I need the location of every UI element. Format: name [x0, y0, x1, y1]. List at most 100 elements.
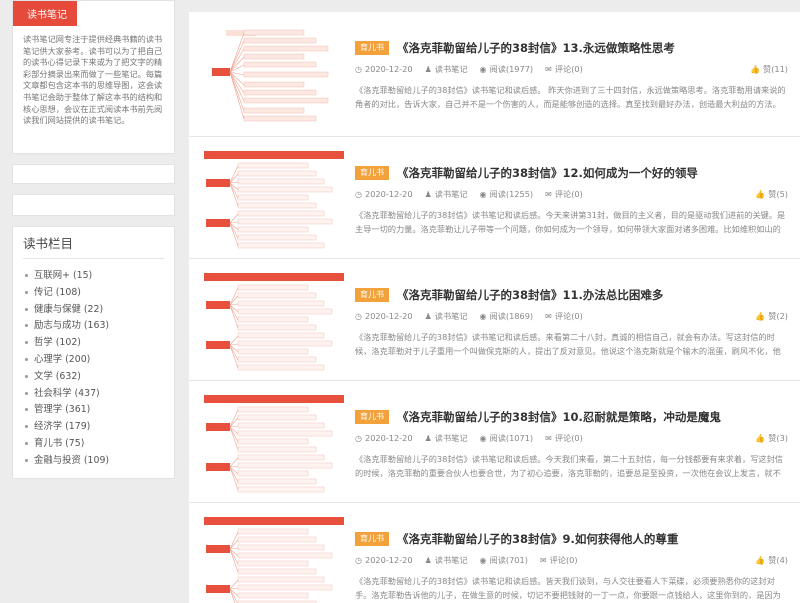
- category-item[interactable]: 经济学 (179): [23, 419, 164, 436]
- category-label: 心理学: [34, 353, 63, 365]
- comments-text: 评论(0): [554, 64, 583, 74]
- category-label: 金融与投资: [34, 454, 81, 466]
- post-author[interactable]: ♟ 读书笔记: [425, 432, 468, 444]
- like-button[interactable]: 👍 赞(5): [755, 188, 788, 200]
- category-label: 社会科学: [34, 387, 72, 399]
- category-count: (361): [65, 404, 91, 416]
- post-author[interactable]: ♟ 读书笔记: [425, 554, 468, 566]
- like-button[interactable]: 👍 赞(11): [750, 63, 788, 75]
- user-icon: ♟: [424, 433, 432, 443]
- eye-icon: ◉: [479, 555, 487, 565]
- post-excerpt: 《洛克菲勒留给儿子的38封信》读书笔记和读后感。 昨天你进到了三十四封信，永远做…: [355, 85, 786, 109]
- category-item[interactable]: 文学 (632): [23, 369, 164, 386]
- post-meta: ◷ 2020-12-20 ♟ 读书笔记 ◉ 阅读(1255) ✉ 评论(0) 👍 赞(5): [355, 188, 788, 200]
- category-count: (163): [83, 320, 110, 332]
- thumbs-up-icon: 👍: [755, 311, 766, 321]
- category-label: 育儿书: [34, 437, 63, 449]
- category-tag[interactable]: 育儿书: [355, 166, 389, 180]
- category-label: 哲学: [34, 337, 53, 349]
- author-text: 读书笔记: [434, 555, 468, 565]
- like-button[interactable]: 👍 赞(4): [755, 554, 788, 566]
- post-author[interactable]: ♟ 读书笔记: [425, 188, 468, 200]
- comment-icon: ✉: [545, 64, 552, 74]
- date-text: 2020-12-20: [364, 433, 413, 443]
- category-tag[interactable]: 育儿书: [355, 532, 389, 546]
- post-thumbnail[interactable]: [204, 393, 344, 495]
- post-date: ◷ 2020-12-20: [355, 64, 413, 74]
- post-title-link[interactable]: 《洛克菲勒留给儿子的38封信》11.办法总比困难多: [397, 287, 663, 303]
- thumbs-up-icon: 👍: [750, 64, 760, 74]
- post-comments[interactable]: ✉ 评论(0): [545, 310, 583, 322]
- post-excerpt: 《洛克菲勒留给儿子的38封信》读书笔记和读后感。今天来讲第31封，做目的主义者，…: [355, 210, 786, 234]
- thumbs-up-icon: 👍: [755, 433, 766, 443]
- date-text: 2020-12-20: [364, 189, 413, 199]
- post-body: 育儿书 《洛克菲勒留给儿子的38封信》11.办法总比困难多 ◷ 2020-12-20 ♟…: [355, 287, 788, 358]
- category-count: (22): [83, 303, 104, 315]
- post-author[interactable]: ♟ 读书笔记: [425, 310, 468, 322]
- post-meta: ◷ 2020-12-20 ♟ 读书笔记 ◉ 阅读(1071) ✉ 评论(0) 👍 赞(3): [355, 432, 788, 444]
- user-icon: ♟: [424, 311, 432, 321]
- post-comments[interactable]: ✉ 评论(0): [545, 63, 583, 75]
- category-item[interactable]: 管理学 (361): [23, 402, 164, 419]
- post-author[interactable]: ♟ 读书笔记: [425, 63, 468, 75]
- category-widget: 读书栏目 互联网+ (15) 传记 (108) 健康与保健 (22) 励志与成功 (1…: [12, 226, 175, 479]
- author-text: 读书笔记: [434, 311, 468, 321]
- category-item[interactable]: 育儿书 (75): [23, 436, 164, 453]
- user-icon: ♟: [424, 189, 432, 199]
- post-comments[interactable]: ✉ 评论(0): [540, 554, 578, 566]
- category-tag[interactable]: 育儿书: [355, 410, 389, 424]
- post-title-link[interactable]: 《洛克菲勒留给儿子的38封信》13.永远做策略性思考: [397, 40, 675, 56]
- category-count: (109): [83, 454, 110, 466]
- date-text: 2020-12-20: [364, 64, 413, 74]
- category-count: (179): [65, 421, 91, 433]
- post-item: 育儿书 《洛克菲勒留给儿子的38封信》10.忍耐就是策略，冲动是魔鬼 ◷ 2020-1…: [189, 381, 800, 503]
- bullet-icon: [25, 290, 28, 294]
- post-item: 育儿书 《洛克菲勒留给儿子的38封信》12.如何成为一个好的领导 ◷ 2020-12-…: [189, 137, 800, 259]
- bullet-icon: [25, 458, 28, 462]
- bullet-icon: [25, 425, 28, 429]
- like-button[interactable]: 👍 赞(2): [755, 310, 788, 322]
- like-button[interactable]: 👍 赞(3): [755, 432, 788, 444]
- post-comments[interactable]: ✉ 评论(0): [545, 432, 583, 444]
- category-item[interactable]: 励志与成功 (163): [23, 318, 164, 335]
- likes-text: 赞(11): [763, 64, 788, 74]
- category-item[interactable]: 哲学 (102): [23, 335, 164, 352]
- post-thumbnail[interactable]: [204, 149, 344, 251]
- category-item[interactable]: 传记 (108): [23, 285, 164, 302]
- comments-text: 评论(0): [554, 311, 583, 321]
- post-date: ◷ 2020-12-20: [355, 189, 413, 199]
- post-title-link[interactable]: 《洛克菲勒留给儿子的38封信》9.如何获得他人的尊重: [397, 531, 678, 547]
- category-list: 互联网+ (15) 传记 (108) 健康与保健 (22) 励志与成功 (163) 哲学…: [23, 268, 164, 470]
- post-title-link[interactable]: 《洛克菲勒留给儿子的38封信》12.如何成为一个好的领导: [397, 165, 698, 181]
- category-label: 健康与保健: [34, 303, 81, 315]
- comment-icon: ✉: [545, 433, 552, 443]
- category-item[interactable]: 金融与投资 (109): [23, 453, 164, 470]
- post-body: 育儿书 《洛克菲勒留给儿子的38封信》13.永远做策略性思考 ◷ 2020-12-20…: [355, 40, 788, 111]
- likes-text: 赞(4): [768, 555, 788, 565]
- post-thumbnail[interactable]: [204, 515, 344, 603]
- eye-icon: ◉: [479, 311, 487, 321]
- bullet-icon: [25, 324, 28, 328]
- category-count: (200): [65, 353, 91, 365]
- clock-icon: ◷: [355, 311, 362, 321]
- post-title-row: 育儿书 《洛克菲勒留给儿子的38封信》11.办法总比困难多: [355, 287, 788, 303]
- category-item[interactable]: 健康与保健 (22): [23, 302, 164, 319]
- post-thumbnail[interactable]: [204, 24, 344, 126]
- post-views: ◉ 阅读(1255): [480, 188, 534, 200]
- post-excerpt: 《洛克菲勒留给儿子的38封信》读书笔记和读后感。今天我们来看，第二十五封信，每一…: [355, 454, 783, 478]
- category-item[interactable]: 心理学 (200): [23, 352, 164, 369]
- category-tag[interactable]: 育儿书: [355, 288, 389, 302]
- post-date: ◷ 2020-12-20: [355, 311, 413, 321]
- post-comments[interactable]: ✉ 评论(0): [545, 188, 583, 200]
- post-title-row: 育儿书 《洛克菲勒留给儿子的38封信》10.忍耐就是策略，冲动是魔鬼: [355, 409, 788, 425]
- post-thumbnail[interactable]: [204, 271, 344, 373]
- post-title-link[interactable]: 《洛克菲勒留给儿子的38封信》10.忍耐就是策略，冲动是魔鬼: [397, 409, 721, 425]
- likes-text: 赞(2): [768, 311, 788, 321]
- post-excerpt: 《洛克菲勒留给儿子的38封信》读书笔记和读后感。皆天我们谈到，与人交往要看人下菜…: [355, 576, 781, 600]
- post-item: 育儿书 《洛克菲勒留给儿子的38封信》9.如何获得他人的尊重 ◷ 2020-12-20…: [189, 503, 800, 603]
- category-item[interactable]: 社会科学 (437): [23, 386, 164, 403]
- post-title-row: 育儿书 《洛克菲勒留给儿子的38封信》9.如何获得他人的尊重: [355, 531, 788, 547]
- category-item[interactable]: 互联网+ (15): [23, 268, 164, 285]
- thumbs-up-icon: 👍: [755, 189, 766, 199]
- category-tag[interactable]: 育儿书: [355, 41, 389, 55]
